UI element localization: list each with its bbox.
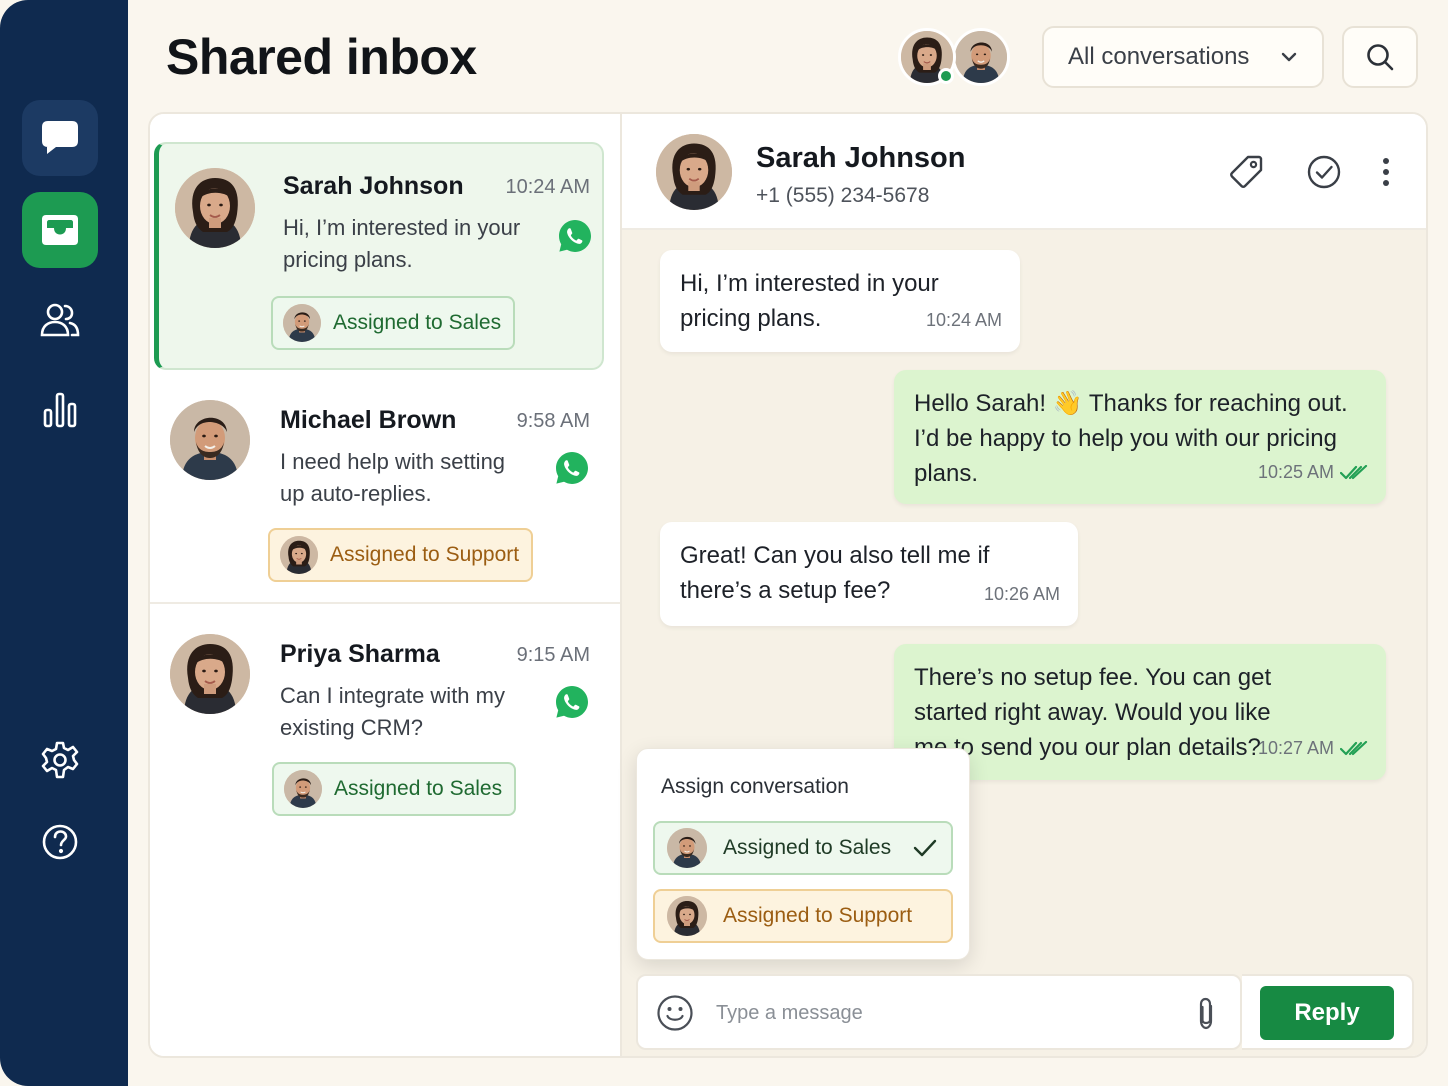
message-time: 10:24 AM [925,310,1002,330]
sidebar-item-settings[interactable] [22,722,98,798]
sidebar-nav [0,0,128,1086]
message-text: Hi, I’m interested in your pricing plans… [680,270,939,332]
search-icon [1367,44,1394,71]
bar-chart-icon [43,392,77,428]
chat-header: Sarah Johnson +1 (555) 234-5678 [622,114,1426,230]
avatar [283,304,321,342]
sidebar-item-reports[interactable] [22,372,98,448]
assignment-badge[interactable]: Assigned to Support [268,528,534,582]
conversation-name: Sarah Johnson [283,172,464,200]
avatar [175,168,255,248]
conversation-filter-select[interactable]: All conversations [1042,26,1324,88]
message-meta: 10:24 AM [926,303,1002,338]
conversation-name: Michael Brown [280,406,457,434]
tag-icon[interactable] [1228,154,1264,190]
message-outgoing: Hello Sarah! 👋 Thanks for reaching out. … [894,370,1386,504]
conversation-time: 10:24 AM [505,176,590,198]
resolve-check-icon[interactable] [1306,154,1342,190]
inbox-icon [42,215,78,245]
avatar [170,400,250,480]
search-button[interactable] [1342,26,1418,88]
users-icon [40,303,80,337]
avatar [667,896,707,936]
assign-option-sales[interactable]: Assigned to Sales [653,821,953,875]
assign-option-support[interactable]: Assigned to Support [653,889,953,943]
assignment-label: Assigned to Sales [333,311,502,334]
contact-phone: +1 (555) 234-5678 [756,184,930,207]
whatsapp-icon [557,218,593,254]
conversation-item-michael-brown[interactable]: Michael Brown 9:58 AM I need help with s… [150,376,620,602]
message-incoming: Great! Can you also tell me if there’s a… [660,522,1078,626]
reply-area: Reply [1242,974,1414,1050]
message-meta: 10:25 AM [1258,455,1368,490]
list-divider [150,602,620,604]
conversation-time: 9:15 AM [516,644,590,666]
reply-button[interactable]: Reply [1260,986,1394,1040]
sidebar-item-help[interactable] [22,804,98,880]
help-icon [42,824,78,860]
checkmark-icon [913,839,937,857]
message-time: 10:26 AM [983,584,1060,604]
avatar [280,536,318,574]
avatar [667,828,707,868]
attachment-paperclip-icon[interactable] [1194,996,1218,1032]
conversation-preview: Hi, I’m interested in your pricing plans… [283,215,521,272]
page-title: Shared inbox [166,29,477,85]
conversation-preview: I need help with setting up auto-replies… [280,449,506,506]
inbox-panel: Sarah Johnson 10:24 AM Hi, I’m intereste… [148,112,1428,1058]
conversation-preview: Can I integrate with my existing CRM? [280,683,505,740]
conversation-item-sarah-johnson[interactable]: Sarah Johnson 10:24 AM Hi, I’m intereste… [154,142,604,370]
assignment-label: Assigned to Sales [334,777,503,800]
message-meta: 10:26 AM [984,577,1060,612]
avatar [170,634,250,714]
whatsapp-icon [554,684,590,720]
avatar [284,770,322,808]
read-receipt-icon [1340,741,1368,757]
conversation-item-priya-sharma[interactable]: Priya Sharma 9:15 AM Can I integrate wit… [150,610,620,840]
conversation-name: Priya Sharma [280,640,440,668]
more-options-icon[interactable] [1380,156,1392,188]
avatar[interactable] [952,28,1010,86]
sidebar-item-contacts[interactable] [22,282,98,358]
sidebar-item-chats[interactable] [22,100,98,176]
message-time: 10:25 AM [1257,462,1334,482]
settings-gear-icon [41,741,79,779]
assign-option-label: Assigned to Support [723,904,913,927]
message-composer [636,974,1242,1050]
message-text: There’s no setup fee. You can get starte… [914,664,1272,761]
assignment-badge[interactable]: Assigned to Sales [272,762,517,816]
message-incoming: Hi, I’m interested in your pricing plans… [660,250,1020,352]
online-agents[interactable] [898,28,1014,86]
emoji-icon[interactable] [656,994,694,1032]
online-status-dot [938,68,954,84]
popover-title: Assign conversation [661,775,849,798]
avatar[interactable] [656,134,732,210]
read-receipt-icon [1340,465,1368,481]
chat-bubble-icon [42,121,78,154]
assign-option-label: Assigned to Sales [723,836,892,859]
message-time: 10:27 AM [1257,738,1334,758]
contact-name: Sarah Johnson [756,142,966,174]
chevron-down-icon [1281,52,1297,62]
assign-conversation-popover: Assign conversation Assigned to Sales As… [636,748,970,960]
filter-label: All conversations [1068,43,1250,70]
message-meta: 10:27 AM [1258,731,1368,766]
message-input[interactable] [716,994,1176,1032]
assignment-badge[interactable]: Assigned to Sales [271,296,516,350]
assignment-label: Assigned to Support [330,543,520,566]
whatsapp-icon [554,450,590,486]
conversation-list: Sarah Johnson 10:24 AM Hi, I’m intereste… [150,114,622,1056]
sidebar-item-inbox[interactable] [22,192,98,268]
conversation-time: 9:58 AM [516,410,590,432]
